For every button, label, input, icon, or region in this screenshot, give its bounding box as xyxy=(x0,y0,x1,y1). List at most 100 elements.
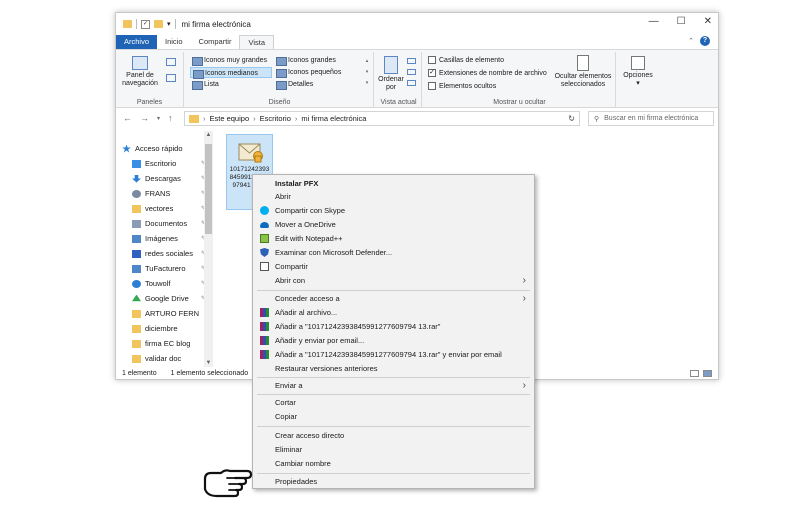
options-button[interactable]: Opciones ▾ xyxy=(620,56,656,88)
address-bar[interactable]: › Este equipo › Escritorio › mi firma el… xyxy=(184,111,580,126)
menu-item-give-access[interactable]: Conceder acceso a › xyxy=(253,292,534,305)
recent-locations-icon[interactable]: ▾ xyxy=(157,113,160,125)
context-menu: Instalar PFX Abrir Compartir con Skype M… xyxy=(252,174,535,489)
menu-item-defender[interactable]: Examinar con Microsoft Defender... xyxy=(253,246,534,259)
large-icons-view-icon[interactable] xyxy=(703,370,712,377)
breadcrumb-item[interactable]: mi firma electrónica xyxy=(301,114,366,123)
forward-icon[interactable]: → xyxy=(140,113,149,125)
maximize-button[interactable]: ☐ xyxy=(677,16,686,27)
sidebar-item-downloads[interactable]: Descargas ✎ xyxy=(122,171,210,186)
hide-selected-button[interactable]: Ocultar elementos seleccionados xyxy=(552,55,614,89)
new-folder-icon[interactable] xyxy=(154,20,163,28)
menu-item-add-rar-email[interactable]: Añadir a "10171242393845991277609794 13.… xyxy=(253,348,534,361)
help-icon[interactable]: ? xyxy=(700,36,710,46)
scroll-up-icon[interactable]: ▲ xyxy=(204,132,213,138)
sidebar-item-vectores[interactable]: vectores ✎ xyxy=(122,201,210,216)
item-checkboxes-option[interactable]: Casillas de elemento xyxy=(428,56,504,64)
sort-by-label: Ordenar por xyxy=(378,76,404,91)
checkbox[interactable] xyxy=(428,56,436,64)
menu-item-rename[interactable]: Cambiar nombre xyxy=(253,457,534,470)
tab-archivo[interactable]: Archivo xyxy=(116,35,158,49)
customize-toolbar-icon[interactable]: ▾ xyxy=(167,20,171,28)
menu-item-delete[interactable]: Eliminar xyxy=(253,443,534,456)
menu-item-add-archive[interactable]: Añadir al archivo... xyxy=(253,306,534,319)
sidebar-item-touwolf[interactable]: Touwolf ✎ xyxy=(122,276,210,291)
menu-item-send-to[interactable]: Enviar a › xyxy=(253,379,534,392)
back-icon[interactable]: ← xyxy=(123,113,132,125)
layout-medium-icons[interactable]: Iconos medianos xyxy=(190,67,272,79)
properties-icon[interactable]: ✓ xyxy=(141,19,150,29)
layout-large-icons[interactable]: Iconos grandes xyxy=(274,55,356,66)
layout-scroll[interactable]: ▴ ▾ ▾ xyxy=(364,56,370,90)
sidebar-item-google-drive[interactable]: Google Drive ✎ xyxy=(122,291,210,306)
menu-item-add-rar[interactable]: Añadir a "10171242393845991277609794 13.… xyxy=(253,320,534,333)
menu-item-onedrive[interactable]: Mover a OneDrive xyxy=(253,218,534,231)
menu-item-properties[interactable]: Propiedades xyxy=(253,475,534,488)
sidebar-item-label: Descargas xyxy=(145,174,181,183)
menu-item-create-shortcut[interactable]: Crear acceso directo xyxy=(253,429,534,442)
sidebar-item-images[interactable]: Imágenes ✎ xyxy=(122,231,210,246)
sidebar-item-firma-blog[interactable]: firma EC blog xyxy=(122,336,210,351)
search-input[interactable]: ⚲ Buscar en mi firma electrónica xyxy=(588,111,714,126)
details-view-icon[interactable] xyxy=(690,370,699,377)
sidebar-item-documents[interactable]: Documentos ✎ xyxy=(122,216,210,231)
menu-item-notepad[interactable]: Edit with Notepad++ xyxy=(253,232,534,245)
sidebar-item-frans[interactable]: FRANS ✎ xyxy=(122,186,210,201)
layout-details[interactable]: Detalles xyxy=(274,79,356,90)
preview-pane-icon[interactable] xyxy=(166,58,176,66)
menu-item-install-pfx[interactable]: Instalar PFX xyxy=(253,177,534,190)
add-columns-icon[interactable] xyxy=(407,69,416,75)
hidden-items-option[interactable]: Elementos ocultos xyxy=(428,82,496,90)
layout-list[interactable]: Lista xyxy=(190,79,272,90)
breadcrumb-item[interactable]: Este equipo xyxy=(210,114,250,123)
menu-item-open[interactable]: Abrir xyxy=(253,190,534,203)
up-icon[interactable]: ↑ xyxy=(168,113,173,125)
sidebar-item-diciembre[interactable]: diciembre xyxy=(122,321,210,336)
close-button[interactable]: ✕ xyxy=(704,16,712,27)
collapse-ribbon-icon[interactable]: ⌃ xyxy=(688,37,694,45)
menu-item-add-email[interactable]: Añadir y enviar por email... xyxy=(253,334,534,347)
file-extensions-option[interactable]: ✓ Extensiones de nombre de archivo xyxy=(428,69,547,77)
chevron-right-icon: › xyxy=(522,293,526,304)
sidebar-item-social[interactable]: redes sociales ✎ xyxy=(122,246,210,261)
tab-inicio[interactable]: Inicio xyxy=(157,35,191,49)
sidebar-scrollbar[interactable]: ▲ ▼ xyxy=(204,131,213,367)
minimize-button[interactable]: — xyxy=(649,16,659,27)
onedrive-icon xyxy=(260,222,269,228)
sidebar-item-label: firma EC blog xyxy=(145,339,191,348)
separator xyxy=(174,19,176,29)
group-by-icon[interactable] xyxy=(407,58,416,64)
menu-item-share[interactable]: Compartir xyxy=(253,260,534,273)
sidebar-item-tufacturero[interactable]: TuFacturero ✎ xyxy=(122,261,210,276)
menu-item-open-with[interactable]: Abrir con › xyxy=(253,274,534,287)
tab-compartir[interactable]: Compartir xyxy=(191,35,240,49)
size-columns-icon[interactable] xyxy=(407,80,416,86)
navigation-pane-button[interactable]: Panel de navegación xyxy=(120,56,160,88)
sidebar-item-arturo[interactable]: ARTURO FERN xyxy=(122,306,210,321)
checkbox-checked[interactable]: ✓ xyxy=(428,69,436,77)
layout-extra-large-icons[interactable]: Iconos muy grandes xyxy=(190,55,272,66)
sort-by-button[interactable]: Ordenar por xyxy=(378,56,404,92)
chevron-right-icon[interactable]: › xyxy=(253,114,256,123)
menu-item-cut[interactable]: Cortar xyxy=(253,396,534,409)
layout-group: Iconos muy grandes Iconos grandes Iconos… xyxy=(186,52,374,107)
sidebar-item-desktop[interactable]: Escritorio ✎ xyxy=(122,156,210,171)
checkbox[interactable] xyxy=(428,82,436,90)
menu-item-copy[interactable]: Copiar xyxy=(253,410,534,423)
sidebar-item-quick-access[interactable]: Acceso rápido xyxy=(122,141,210,156)
chevron-right-icon: › xyxy=(522,275,526,286)
menu-item-skype[interactable]: Compartir con Skype xyxy=(253,204,534,217)
address-bar-row: ← → ▾ ↑ › Este equipo › Escritorio › mi … xyxy=(116,109,718,129)
chevron-right-icon[interactable]: › xyxy=(203,114,206,123)
panes-group-label: Paneles xyxy=(136,99,163,106)
scroll-down-icon[interactable]: ▼ xyxy=(204,360,213,366)
scrollbar-thumb[interactable] xyxy=(205,144,212,234)
details-pane-icon[interactable] xyxy=(166,74,176,82)
menu-item-restore-versions[interactable]: Restaurar versiones anteriores xyxy=(253,362,534,375)
sidebar-item-validar[interactable]: validar doc xyxy=(122,351,210,366)
chevron-right-icon[interactable]: › xyxy=(295,114,298,123)
refresh-icon[interactable]: ↻ xyxy=(563,111,580,126)
breadcrumb-item[interactable]: Escritorio xyxy=(260,114,291,123)
layout-small-icons[interactable]: Iconos pequeños xyxy=(274,67,356,78)
tab-vista[interactable]: Vista xyxy=(239,35,275,49)
